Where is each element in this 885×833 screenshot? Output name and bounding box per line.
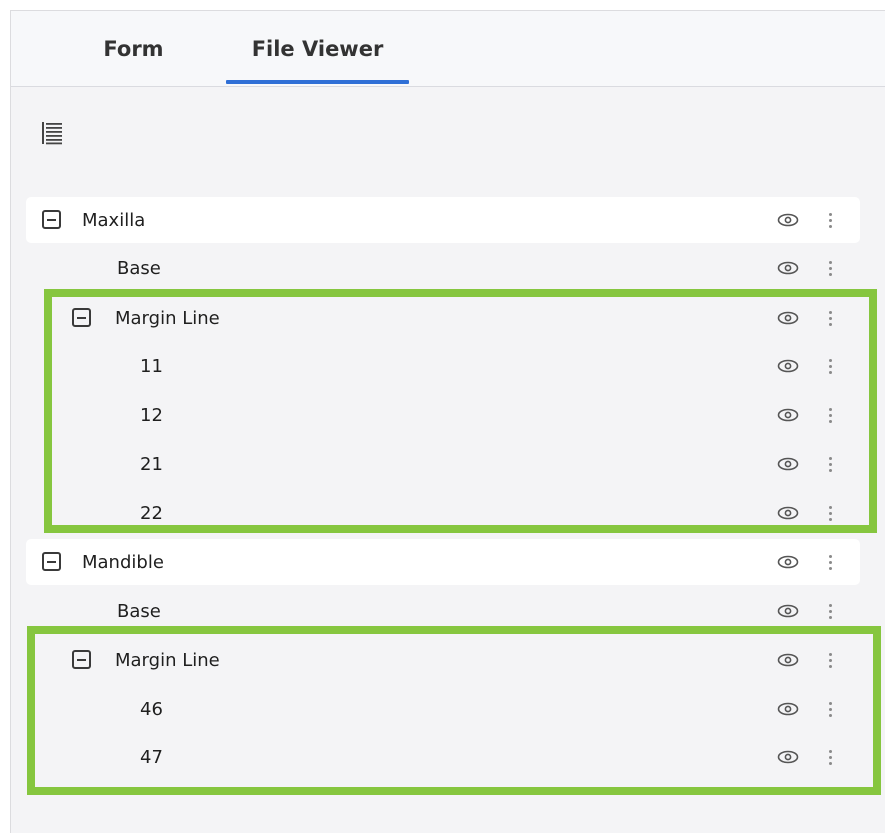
more-vertical-icon[interactable] bbox=[825, 210, 835, 230]
eye-icon[interactable] bbox=[777, 653, 799, 667]
tree-row-tooth[interactable]: 22 bbox=[26, 490, 860, 536]
collapse-maxilla-icon[interactable] bbox=[42, 210, 61, 229]
active-tab-indicator bbox=[226, 80, 409, 84]
more-vertical-icon[interactable] bbox=[825, 356, 835, 376]
more-vertical-icon[interactable] bbox=[825, 601, 835, 621]
eye-icon[interactable] bbox=[777, 604, 799, 618]
eye-icon[interactable] bbox=[777, 555, 799, 569]
more-vertical-icon[interactable] bbox=[825, 747, 835, 767]
tab-bar: Form File Viewer bbox=[11, 11, 885, 87]
tree-row-maxilla-margin-line[interactable]: Margin Line bbox=[26, 295, 860, 341]
tree-row-tooth[interactable]: 47 bbox=[26, 734, 860, 780]
eye-icon[interactable] bbox=[777, 750, 799, 764]
tree-label-tooth: 46 bbox=[140, 698, 163, 720]
eye-icon[interactable] bbox=[777, 457, 799, 471]
tree-label-tooth: 11 bbox=[140, 355, 163, 377]
tree-row-mandible[interactable]: Mandible bbox=[26, 539, 860, 585]
tab-form[interactable]: Form bbox=[66, 11, 201, 86]
collapse-margin-line-icon[interactable] bbox=[72, 308, 91, 327]
tree-row-tooth[interactable]: 12 bbox=[26, 392, 860, 438]
more-vertical-icon[interactable] bbox=[825, 650, 835, 670]
tree-row-mandible-base[interactable]: Base bbox=[26, 588, 860, 634]
more-vertical-icon[interactable] bbox=[825, 699, 835, 719]
tree-label-tooth: 22 bbox=[140, 502, 163, 524]
tree-row-maxilla-base[interactable]: Base bbox=[26, 245, 860, 291]
tree-row-tooth[interactable]: 46 bbox=[26, 686, 860, 732]
tree-label-margin-line: Margin Line bbox=[115, 649, 220, 671]
collapse-mandible-icon[interactable] bbox=[42, 552, 61, 571]
more-vertical-icon[interactable] bbox=[825, 308, 835, 328]
tree-row-maxilla[interactable]: Maxilla bbox=[26, 197, 860, 243]
eye-icon[interactable] bbox=[777, 359, 799, 373]
more-vertical-icon[interactable] bbox=[825, 552, 835, 572]
eye-icon[interactable] bbox=[777, 506, 799, 520]
list-lines-icon[interactable] bbox=[40, 120, 64, 146]
eye-icon[interactable] bbox=[777, 311, 799, 325]
tree-label-margin-line: Margin Line bbox=[115, 307, 220, 329]
tree-row-mandible-margin-line[interactable]: Margin Line bbox=[26, 637, 860, 683]
tree-label-tooth: 12 bbox=[140, 404, 163, 426]
eye-icon[interactable] bbox=[777, 213, 799, 227]
collapse-margin-line-icon[interactable] bbox=[72, 650, 91, 669]
tree-label-mandible: Mandible bbox=[82, 551, 164, 573]
more-vertical-icon[interactable] bbox=[825, 503, 835, 523]
tree-label-tooth: 47 bbox=[140, 746, 163, 768]
tree-label-maxilla: Maxilla bbox=[82, 209, 146, 231]
more-vertical-icon[interactable] bbox=[825, 258, 835, 278]
more-vertical-icon[interactable] bbox=[825, 454, 835, 474]
more-vertical-icon[interactable] bbox=[825, 405, 835, 425]
eye-icon[interactable] bbox=[777, 408, 799, 422]
tree-row-tooth[interactable]: 21 bbox=[26, 441, 860, 487]
tree-row-tooth[interactable]: 11 bbox=[26, 343, 860, 389]
tree-label-base: Base bbox=[117, 257, 161, 279]
eye-icon[interactable] bbox=[777, 261, 799, 275]
eye-icon[interactable] bbox=[777, 702, 799, 716]
tree-label-tooth: 21 bbox=[140, 453, 163, 475]
tab-file-viewer[interactable]: File Viewer bbox=[226, 11, 409, 86]
tree-label-base: Base bbox=[117, 600, 161, 622]
